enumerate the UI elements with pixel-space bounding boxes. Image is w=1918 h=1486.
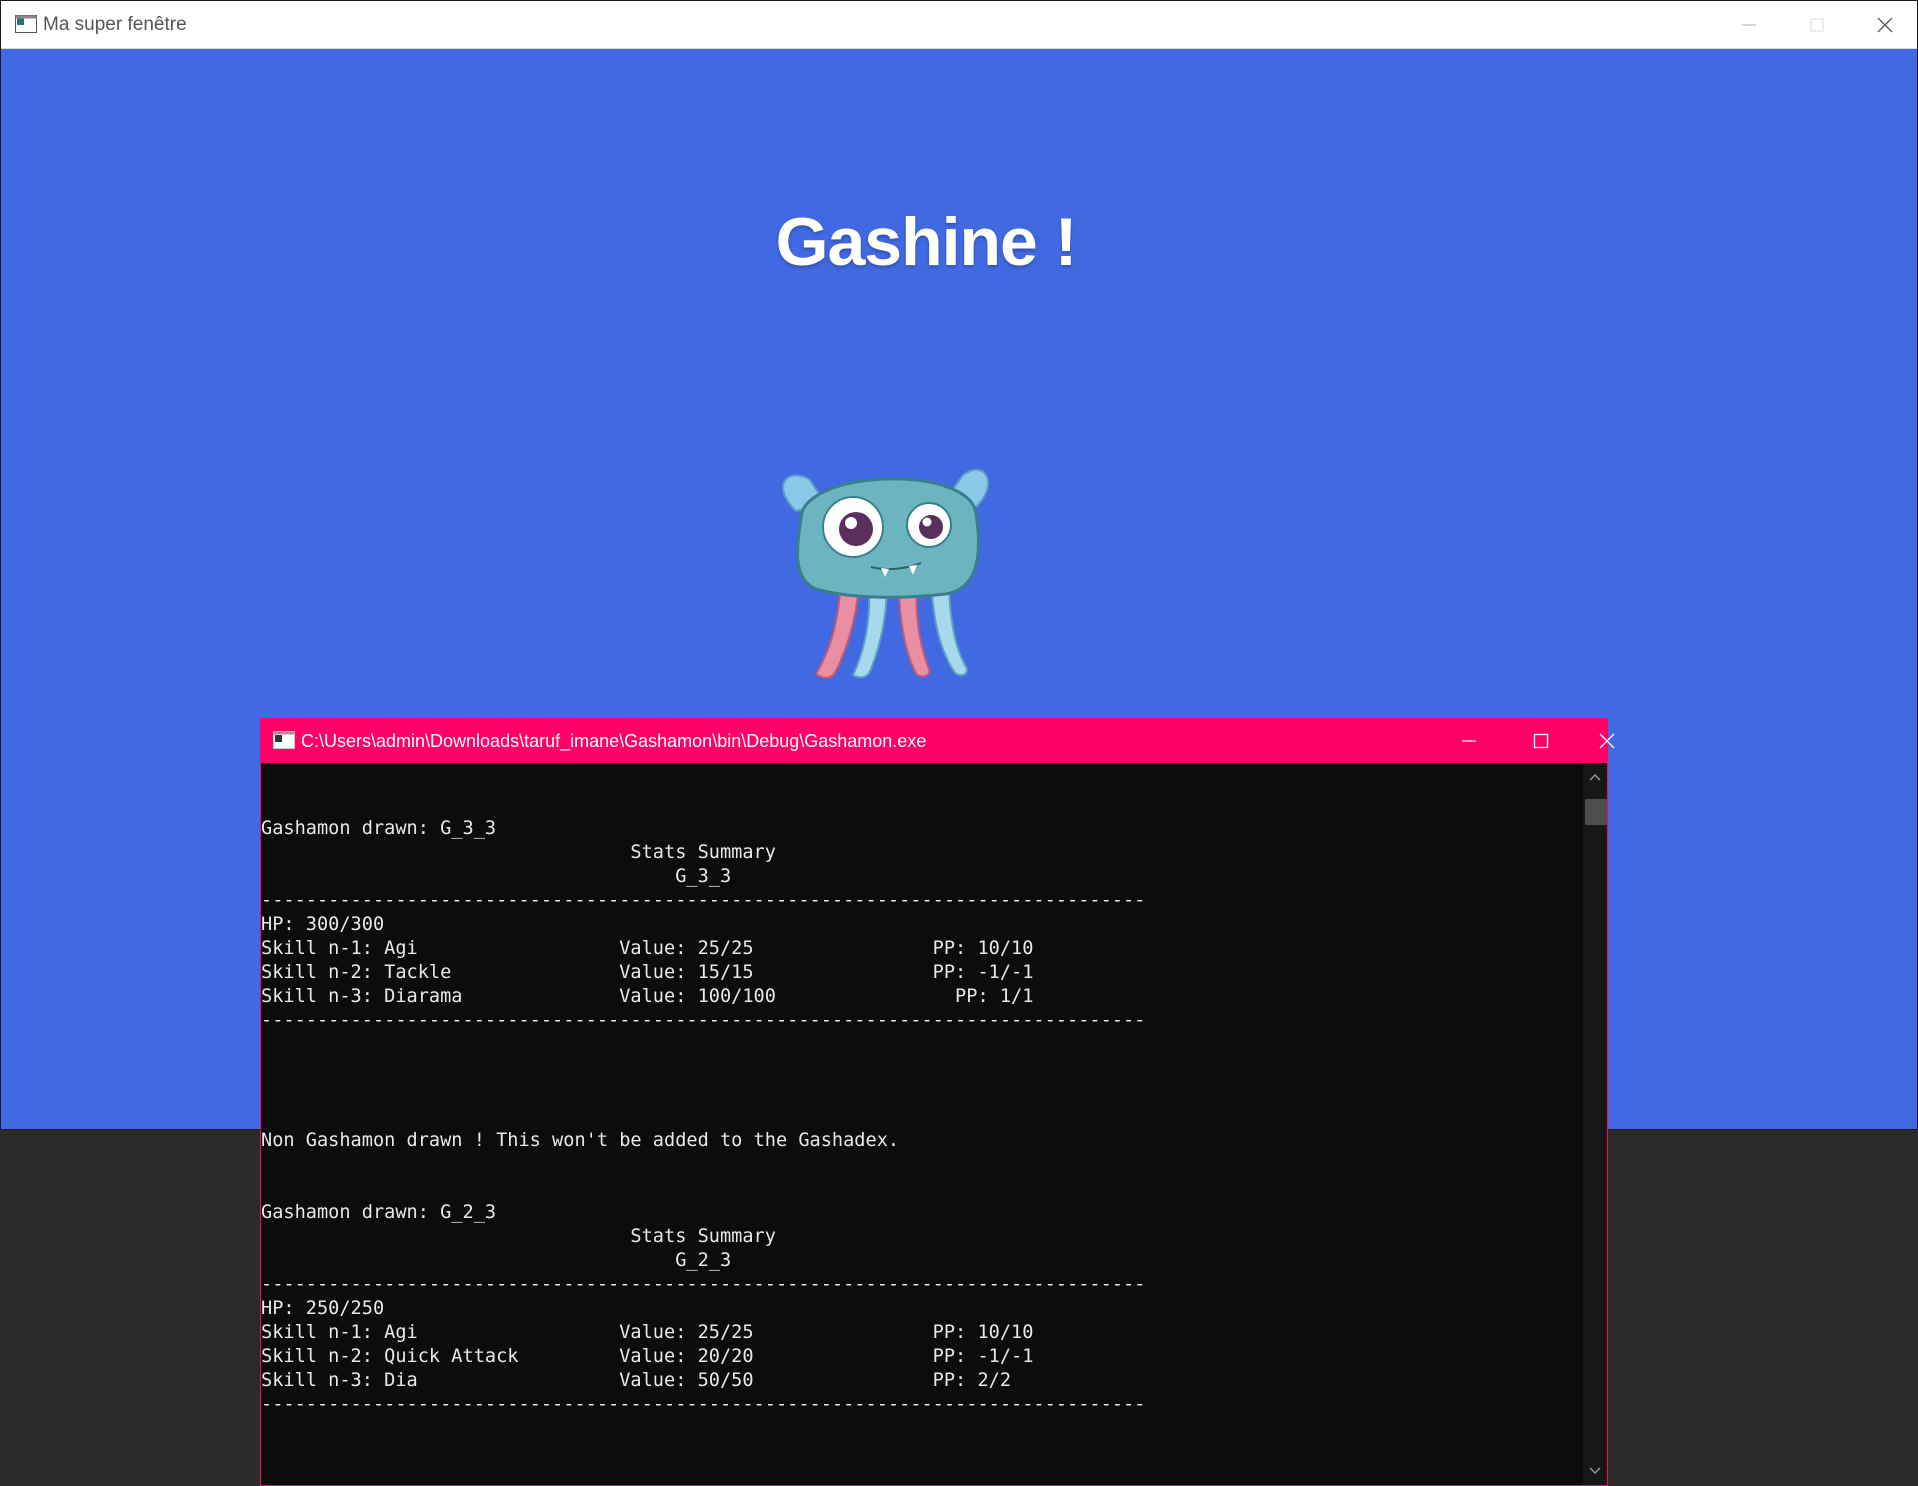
console-line: HP: 250/250 xyxy=(261,1298,385,1319)
console-line: Skill n-1: Agi Value: 25/25 PP: 10/10 xyxy=(261,1322,1034,1343)
console-line: Stats Summary xyxy=(261,1226,776,1247)
console-line: G_3_3 xyxy=(261,866,732,887)
maximize-icon xyxy=(1810,18,1824,32)
console-window: C:\Users\admin\Downloads\taruf_imane\Gas… xyxy=(260,718,1615,1486)
scrollbar-thumb[interactable] xyxy=(1585,799,1607,825)
chevron-down-icon[interactable] xyxy=(1589,1467,1601,1475)
console-minimize-button[interactable] xyxy=(1435,719,1503,763)
console-line: ----------------------------------------… xyxy=(261,1394,1146,1415)
console-line: ----------------------------------------… xyxy=(261,890,1146,911)
game-window-title: Ma super fenêtre xyxy=(43,14,187,35)
maximize-icon xyxy=(1533,733,1549,749)
game-title: Gashine ! xyxy=(775,204,1078,280)
console-scrollbar[interactable] xyxy=(1583,763,1607,1485)
console-titlebar[interactable]: C:\Users\admin\Downloads\taruf_imane\Gas… xyxy=(261,719,1615,763)
console-line: ----------------------------------------… xyxy=(261,1274,1146,1295)
app-window-icon xyxy=(15,15,37,33)
console-line: Non Gashamon drawn ! This won't be added… xyxy=(261,1130,900,1151)
console-line: Skill n-3: Dia Value: 50/50 PP: 2/2 xyxy=(261,1370,1012,1391)
console-title: C:\Users\admin\Downloads\taruf_imane\Gas… xyxy=(301,731,927,751)
console-text: Gashamon drawn: G_3_3 Stats Summary G_3_… xyxy=(261,793,1145,1417)
console-line: ----------------------------------------… xyxy=(261,1010,1146,1031)
minimize-button[interactable] xyxy=(1715,1,1783,49)
minimize-icon xyxy=(1742,24,1756,26)
close-icon xyxy=(1599,733,1615,749)
console-line: Gashamon drawn: G_2_3 xyxy=(261,1202,497,1223)
chevron-up-icon[interactable] xyxy=(1589,773,1601,781)
close-button[interactable] xyxy=(1851,1,1918,49)
console-line: Skill n-2: Tackle Value: 15/15 PP: -1/-1 xyxy=(261,962,1034,983)
console-line: Skill n-3: Diarama Value: 100/100 PP: 1/… xyxy=(261,986,1034,1007)
console-maximize-button[interactable] xyxy=(1507,719,1575,763)
monster-image xyxy=(782,468,989,679)
console-output[interactable]: Gashamon drawn: G_3_3 Stats Summary G_3_… xyxy=(261,763,1581,1485)
console-app-icon xyxy=(273,731,295,749)
console-line: Gashamon drawn: G_3_3 xyxy=(261,818,497,839)
maximize-button[interactable] xyxy=(1783,1,1851,49)
console-line: Skill n-1: Agi Value: 25/25 PP: 10/10 xyxy=(261,938,1034,959)
game-window-titlebar[interactable]: Ma super fenêtre xyxy=(1,1,1917,49)
console-line: G_2_3 xyxy=(261,1250,732,1271)
close-icon xyxy=(1877,17,1893,33)
minimize-icon xyxy=(1462,740,1476,742)
console-line: HP: 300/300 xyxy=(261,914,385,935)
console-line: Skill n-2: Quick Attack Value: 20/20 PP:… xyxy=(261,1346,1034,1367)
console-line: Stats Summary xyxy=(261,842,776,863)
console-close-button[interactable] xyxy=(1577,719,1637,763)
